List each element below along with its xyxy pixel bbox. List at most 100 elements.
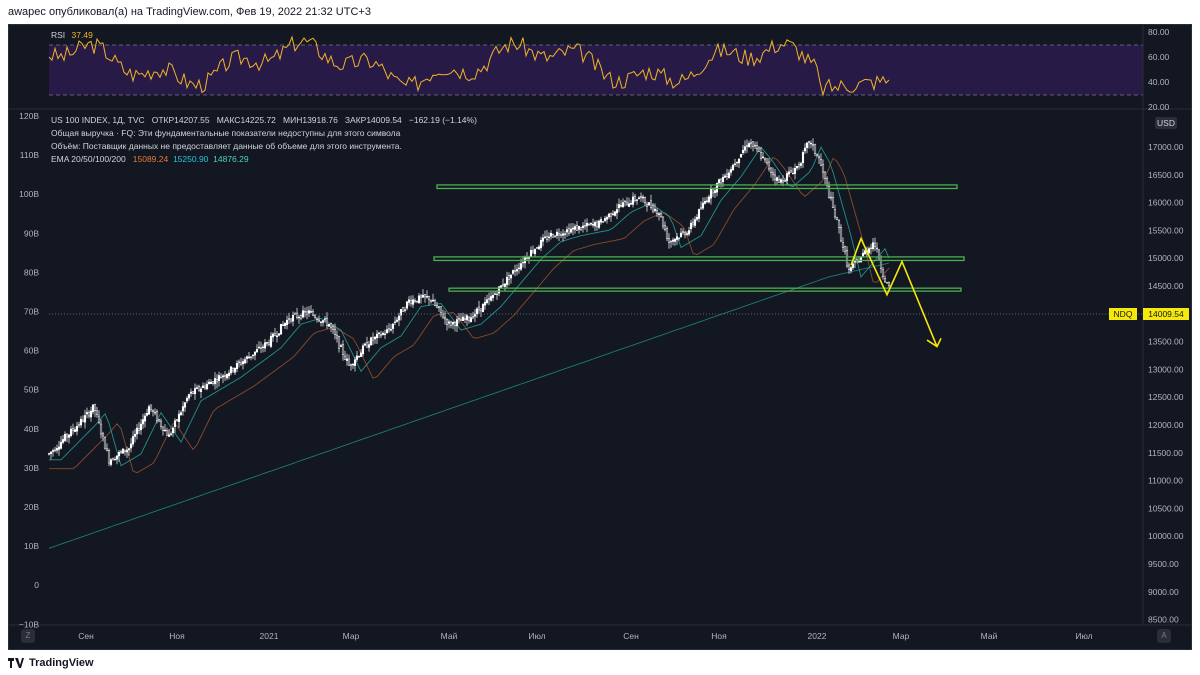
low-value: 13918.76 [302,115,338,125]
candle-body [55,448,59,451]
candle-body [417,295,421,303]
candle-body [317,319,321,322]
candle-body [359,352,363,357]
ema-value-2: 15250.90 [172,154,209,164]
candle-body [163,429,167,432]
symbol-tag-label: NDQ [1114,309,1133,319]
candle-body [879,260,883,269]
price-tick-label: 8500.00 [1148,615,1179,625]
high-label: МАКС [216,115,241,125]
candle-body [761,156,765,159]
candle-body [141,419,145,425]
volume-tick-label: 40B [24,424,39,434]
ema-label: EMA 20/50/100/200 [51,154,126,164]
candle-body [263,342,267,349]
candle-body [815,154,819,157]
candle-body [765,158,769,164]
brand-name[interactable]: TradingView [29,657,94,669]
candle-body [285,319,289,326]
candle-body [711,188,715,194]
candle-body [265,342,269,344]
candle-body [703,200,707,204]
candle-body [195,387,199,389]
auto-scale-button[interactable]: A [1157,629,1171,643]
zoom-button[interactable]: Z [21,629,35,643]
candle-body [113,458,117,461]
candle-body [457,318,461,320]
candle-body [169,433,173,435]
candle-body [691,221,695,225]
candle-body [545,236,549,240]
candle-body [645,204,649,207]
chart-frame[interactable]: 80.00 60.00 40.00 20.00 17000.00 16500.00 1600… [8,24,1192,650]
candle-body [667,238,671,243]
rsi-legend: RSI 37.49 [51,30,93,40]
candle-body [95,410,99,415]
candle-body [217,375,221,381]
candle-body [465,315,469,321]
candle-body [363,343,367,346]
candle-body [669,240,673,243]
candle-body [757,147,761,152]
price-tick-label: 13000.00 [1148,364,1184,374]
candle-body [351,363,355,366]
volume-tick-label: 100B [19,189,39,199]
candle-body [769,167,773,173]
candle-body [723,175,727,178]
candle-body [69,428,73,436]
candle-body [503,283,507,287]
candle-body [345,358,349,361]
symbol-name[interactable]: US 100 INDEX, 1Д, TVC [51,115,145,125]
candle-body [137,428,141,431]
candle-body [719,178,723,184]
candle-body [439,306,443,314]
candle-body [529,249,533,257]
ema-50-line [49,146,890,467]
candle-body [521,261,525,264]
candle-body [449,321,453,326]
candle-body [643,197,647,204]
candle-body [281,324,285,326]
candle-body [331,326,335,331]
candle-body [193,388,197,395]
volume-tick-label: 110B [20,150,40,160]
candle-body [395,319,399,322]
candle-body [539,239,543,249]
candle-body [251,354,255,357]
candle-body [365,342,369,348]
candle-body [155,411,159,422]
candle-body [219,376,223,379]
candle-body [587,224,591,226]
rsi-scale-label: 60.00 [1148,52,1170,62]
candle-body [99,423,103,435]
candle-body [467,316,471,321]
candle-body [513,270,517,272]
candle-body [211,381,215,384]
candle-body [471,316,475,319]
candle-body [267,342,271,346]
time-tick-label: Сен [623,631,639,641]
candle-body [807,141,811,144]
volume-tick-label: 10B [24,541,39,551]
volume-tick-label: 60B [24,346,39,356]
candle-body [795,165,799,169]
candle-body [87,412,91,417]
candle-body [519,263,523,270]
candle-body [479,308,483,312]
ema-legend[interactable]: EMA 20/50/100/200 15089.24 15250.90 1487… [51,154,249,164]
ema-value-1: 15089.24 [132,154,169,164]
candle-body [733,163,737,165]
tradingview-logo-icon[interactable] [8,657,24,668]
candle-body [295,312,299,318]
rsi-band [49,45,1143,95]
candle-body [833,209,837,218]
candle-body [453,322,457,327]
candle-body [887,282,891,286]
candle-body [459,319,463,321]
candle-body [107,450,111,464]
candle-body [549,232,553,237]
candle-body [663,225,667,231]
candle-body [405,301,409,309]
candle-body [501,284,505,287]
candle-body [509,274,513,279]
